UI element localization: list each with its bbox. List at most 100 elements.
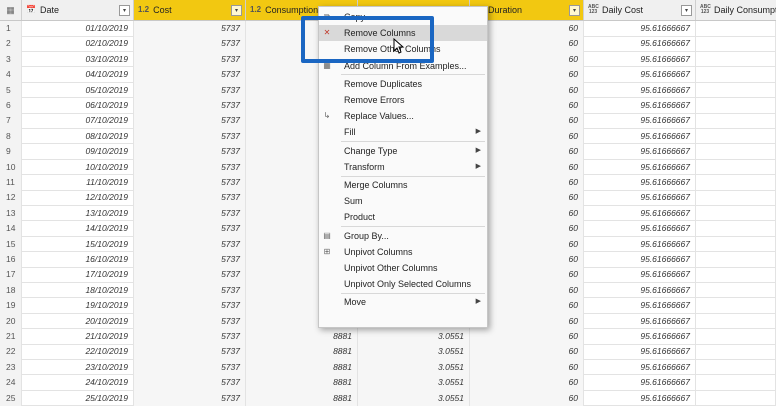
cell-daily-cost[interactable]: 95.61666667 (584, 375, 696, 391)
cell-date[interactable]: 12/10/2019 (22, 190, 134, 206)
cell-daily-cost[interactable]: 95.61666667 (584, 128, 696, 145)
cell-cost[interactable]: 5737 (134, 113, 246, 129)
cell-duration[interactable]: 60 (470, 329, 584, 345)
menu-item-remove-duplicates[interactable]: Remove Duplicates (319, 76, 487, 92)
cell-date[interactable]: 17/10/2019 (22, 267, 134, 283)
cell-date[interactable]: 03/10/2019 (22, 51, 134, 68)
cell-date[interactable]: 08/10/2019 (22, 128, 134, 145)
cell-date[interactable]: 11/10/2019 (22, 175, 134, 191)
cell-daily-cost[interactable]: 95.61666667 (584, 144, 696, 160)
cell-date[interactable]: 01/10/2019 (22, 21, 134, 37)
cell-daily-cost[interactable]: 95.61666667 (584, 329, 696, 345)
cell-cost[interactable]: 5737 (134, 144, 246, 160)
cell-hidden[interactable]: 3.0551 (358, 329, 470, 345)
cell-cost[interactable]: 5737 (134, 36, 246, 52)
menu-item-unpivot-other-columns[interactable]: Unpivot Other Columns (319, 260, 487, 276)
cell-duration[interactable]: 60 (470, 359, 584, 376)
cell-consumption[interactable]: 8881 (246, 375, 358, 391)
menu-item-change-type[interactable]: Change Type ▶ (319, 143, 487, 159)
cell-cost[interactable]: 5737 (134, 175, 246, 191)
cell-cost[interactable]: 5737 (134, 313, 246, 330)
cell-date[interactable]: 16/10/2019 (22, 252, 134, 268)
cell-cost[interactable]: 5737 (134, 344, 246, 360)
cell-daily-cost[interactable]: 95.61666667 (584, 221, 696, 237)
table-row[interactable]: 23 23/10/2019 5737 8881 3.0551 60 95.61666667 (0, 359, 776, 376)
cell-daily-cost[interactable]: 95.61666667 (584, 390, 696, 406)
cell-daily-consumption[interactable] (696, 298, 776, 314)
cell-daily-consumption[interactable] (696, 21, 776, 37)
cell-daily-consumption[interactable] (696, 144, 776, 160)
cell-daily-consumption[interactable] (696, 329, 776, 345)
menu-item-merge-columns[interactable]: Merge Columns (319, 177, 487, 193)
cell-date[interactable]: 09/10/2019 (22, 144, 134, 160)
cell-cost[interactable]: 5737 (134, 51, 246, 68)
cell-date[interactable]: 21/10/2019 (22, 329, 134, 345)
cell-date[interactable]: 19/10/2019 (22, 298, 134, 314)
cell-date[interactable]: 06/10/2019 (22, 98, 134, 114)
cell-date[interactable]: 24/10/2019 (22, 375, 134, 391)
cell-hidden[interactable]: 3.0551 (358, 390, 470, 406)
cell-consumption[interactable]: 8881 (246, 390, 358, 406)
cell-date[interactable]: 23/10/2019 (22, 359, 134, 376)
filter-dropdown-icon[interactable]: ▾ (681, 4, 692, 16)
cell-daily-cost[interactable]: 95.61666667 (584, 159, 696, 176)
cell-daily-consumption[interactable] (696, 375, 776, 391)
cell-duration[interactable]: 60 (470, 390, 584, 406)
cell-daily-consumption[interactable] (696, 252, 776, 268)
table-corner-button[interactable]: ▦ (0, 0, 22, 20)
menu-item-move[interactable]: Move ▶ (319, 294, 487, 310)
menu-item-fill[interactable]: Fill ▶ (319, 124, 487, 140)
cell-daily-cost[interactable]: 95.61666667 (584, 175, 696, 191)
cell-daily-consumption[interactable] (696, 205, 776, 222)
cell-cost[interactable]: 5737 (134, 159, 246, 176)
cell-daily-consumption[interactable] (696, 282, 776, 299)
filter-dropdown-icon[interactable]: ▾ (569, 4, 580, 16)
cell-cost[interactable]: 5737 (134, 298, 246, 314)
cell-daily-consumption[interactable] (696, 36, 776, 52)
cell-daily-consumption[interactable] (696, 98, 776, 114)
cell-daily-consumption[interactable] (696, 190, 776, 206)
cell-date[interactable]: 10/10/2019 (22, 159, 134, 176)
cell-daily-cost[interactable]: 95.61666667 (584, 236, 696, 253)
cell-cost[interactable]: 5737 (134, 267, 246, 283)
cell-daily-cost[interactable]: 95.61666667 (584, 113, 696, 129)
cell-hidden[interactable]: 3.0551 (358, 375, 470, 391)
cell-daily-cost[interactable]: 95.61666667 (584, 344, 696, 360)
cell-daily-cost[interactable]: 95.61666667 (584, 67, 696, 83)
cell-date[interactable]: 07/10/2019 (22, 113, 134, 129)
cell-daily-cost[interactable]: 95.61666667 (584, 190, 696, 206)
table-row[interactable]: 25 25/10/2019 5737 8881 3.0551 60 95.61666667 (0, 390, 776, 406)
filter-dropdown-icon[interactable]: ▾ (119, 4, 130, 16)
cell-daily-cost[interactable]: 95.61666667 (584, 252, 696, 268)
cell-date[interactable]: 14/10/2019 (22, 221, 134, 237)
cell-daily-cost[interactable]: 95.61666667 (584, 51, 696, 68)
cell-cost[interactable]: 5737 (134, 252, 246, 268)
column-header-cost[interactable]: 1.2 Cost ▾ (134, 0, 246, 20)
filter-dropdown-icon[interactable]: ▾ (231, 4, 242, 16)
cell-daily-cost[interactable]: 95.61666667 (584, 36, 696, 52)
table-row[interactable]: 21 21/10/2019 5737 8881 3.0551 60 95.61666667 (0, 329, 776, 345)
cell-cost[interactable]: 5737 (134, 329, 246, 345)
cell-daily-consumption[interactable] (696, 359, 776, 376)
cell-daily-cost[interactable]: 95.61666667 (584, 267, 696, 283)
cell-hidden[interactable]: 3.0551 (358, 359, 470, 376)
cell-daily-cost[interactable]: 95.61666667 (584, 298, 696, 314)
menu-item-unpivot-columns[interactable]: ⊞ Unpivot Columns (319, 244, 487, 260)
cell-duration[interactable]: 60 (470, 344, 584, 360)
cell-daily-consumption[interactable] (696, 390, 776, 406)
cell-consumption[interactable]: 8881 (246, 359, 358, 376)
menu-item-transform[interactable]: Transform ▶ (319, 159, 487, 175)
cell-daily-consumption[interactable] (696, 113, 776, 129)
menu-item-sum[interactable]: Sum (319, 193, 487, 209)
cell-date[interactable]: 05/10/2019 (22, 82, 134, 99)
cell-date[interactable]: 13/10/2019 (22, 205, 134, 222)
cell-daily-cost[interactable]: 95.61666667 (584, 359, 696, 376)
cell-daily-consumption[interactable] (696, 313, 776, 330)
cell-date[interactable]: 02/10/2019 (22, 36, 134, 52)
menu-item-remove-errors[interactable]: Remove Errors (319, 92, 487, 108)
cell-duration[interactable]: 60 (470, 375, 584, 391)
cell-date[interactable]: 25/10/2019 (22, 390, 134, 406)
cell-daily-consumption[interactable] (696, 82, 776, 99)
cell-daily-consumption[interactable] (696, 128, 776, 145)
cell-daily-consumption[interactable] (696, 159, 776, 176)
